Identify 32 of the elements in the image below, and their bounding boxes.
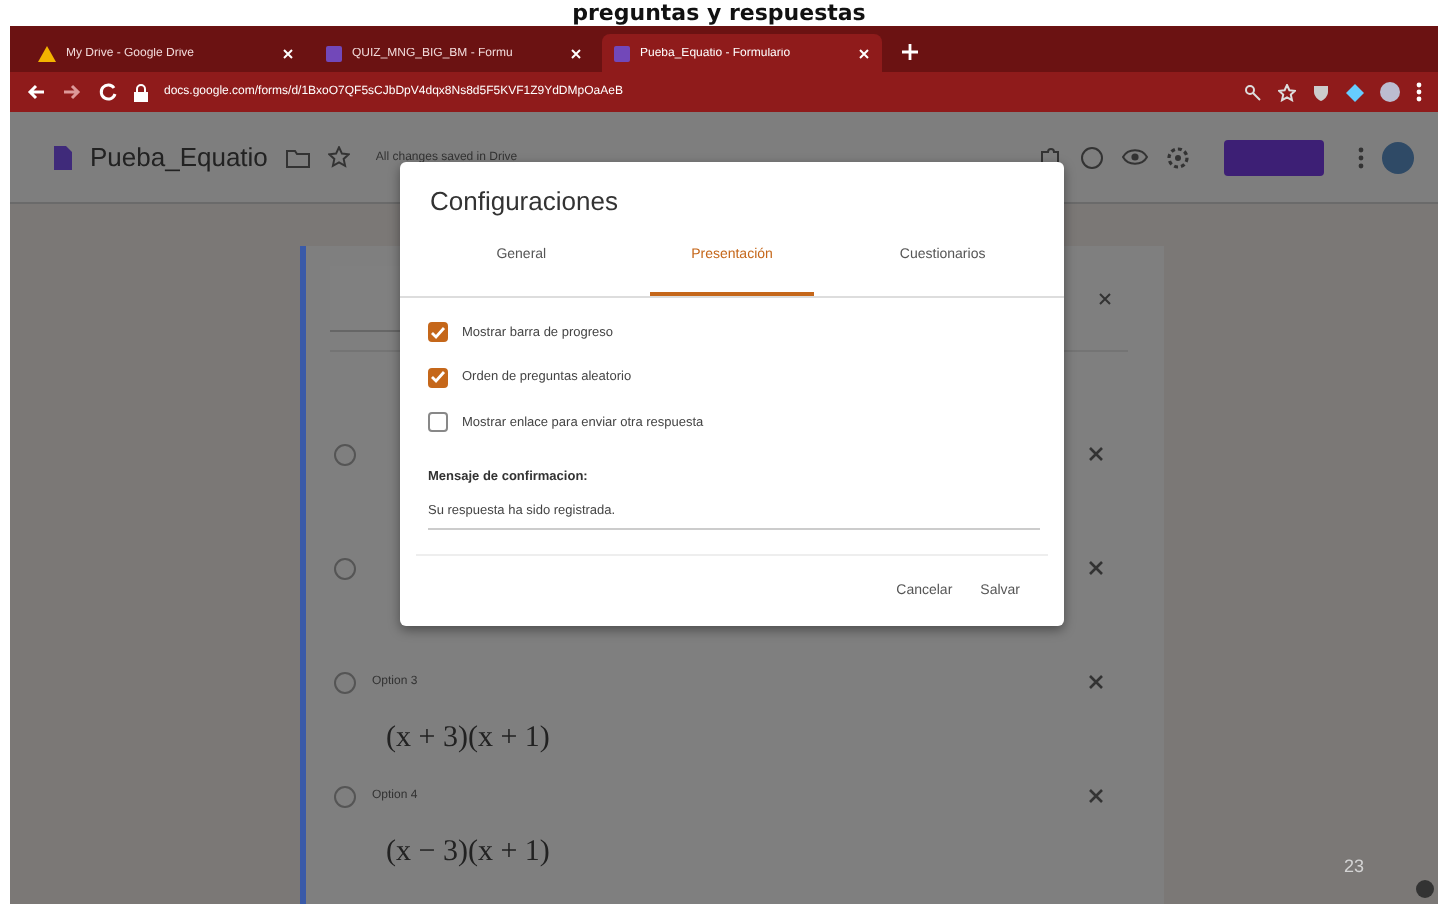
star-icon[interactable]	[327, 146, 350, 168]
dialog-title: Configuraciones	[428, 184, 620, 220]
folder-icon[interactable]	[285, 147, 310, 167]
radio-button[interactable]	[334, 557, 356, 579]
avatar-icon[interactable]	[1380, 82, 1400, 102]
checkbox[interactable]	[428, 322, 448, 343]
more-icon[interactable]	[1416, 82, 1422, 102]
back-icon[interactable]	[26, 82, 46, 102]
new-tab-icon[interactable]	[902, 44, 918, 60]
forms-icon	[326, 45, 342, 61]
radio-button[interactable]	[334, 785, 356, 807]
checkbox[interactable]	[428, 412, 448, 433]
math-expression: (x − 3)(x + 1)	[386, 836, 550, 870]
forward-icon[interactable]	[62, 82, 82, 102]
lock-icon	[134, 83, 148, 101]
forms-icon	[614, 45, 630, 61]
diamond-icon[interactable]	[1346, 83, 1364, 101]
triangle-icon	[38, 45, 56, 61]
radio-button[interactable]	[334, 443, 356, 465]
settings-icon[interactable]	[1166, 145, 1190, 169]
forms-icon[interactable]	[54, 145, 72, 169]
radio-button[interactable]	[334, 671, 356, 693]
form-title[interactable]: Pueba_Equatio	[90, 142, 268, 172]
send-button[interactable]	[1224, 139, 1324, 175]
checkbox[interactable]	[428, 367, 448, 388]
slide-title: preguntas y respuestas	[572, 0, 866, 26]
math-expression: (x + 3)(x + 1)	[386, 722, 550, 756]
avatar-icon[interactable]	[1382, 141, 1414, 173]
eye-icon[interactable]	[1122, 148, 1148, 166]
slide-number: 23	[1343, 856, 1364, 876]
reload-icon[interactable]	[98, 82, 118, 102]
shield-icon[interactable]	[1312, 83, 1330, 101]
